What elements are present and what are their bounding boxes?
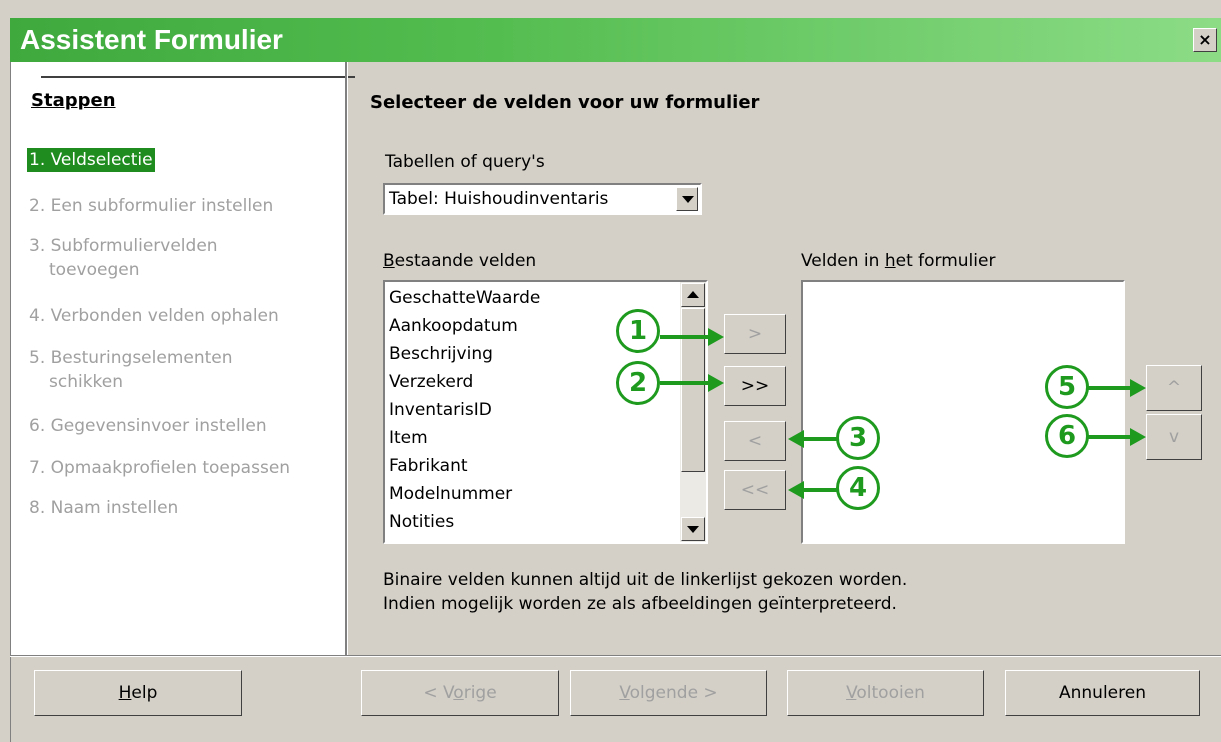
finish-button[interactable]: Voltooien (787, 670, 984, 716)
steps-panel: Stappen 1. Veldselectie 2. Een subformul… (11, 62, 355, 655)
step-2-subform: 2. Een subformulier instellen (29, 196, 274, 216)
help-button[interactable]: Help (34, 670, 242, 716)
step-7-apply-styles: 7. Opmaakprofielen toepassen (29, 458, 291, 478)
cancel-button[interactable]: Annuleren (1005, 670, 1200, 716)
callout-2-arrow (660, 381, 710, 385)
form-fields-label: Velden in het formulier (801, 251, 996, 271)
callout-1-arrow (660, 335, 710, 339)
callout-3-arrow (800, 437, 838, 441)
add-all-fields-button[interactable]: >> (724, 366, 786, 406)
arrow-right-icon (1130, 379, 1146, 397)
callout-6-arrow (1088, 435, 1132, 439)
step-4-joined-fields: 4. Verbonden velden ophalen (29, 306, 279, 326)
window-title: Assistent Formulier (20, 24, 283, 55)
callout-2: 2 (616, 361, 660, 405)
steps-title: Stappen (31, 90, 116, 111)
form-wizard-window: Assistent Formulier × Stappen 1. Veldsel… (0, 0, 1221, 742)
previous-button[interactable]: < Vorige (361, 670, 559, 716)
callout-5-arrow (1088, 386, 1132, 390)
vertical-scrollbar[interactable] (680, 282, 706, 542)
step-3-subform-fields: 3. Subformuliervelden (29, 236, 218, 256)
move-down-button[interactable]: v (1146, 414, 1202, 460)
callout-3: 3 (836, 416, 880, 460)
tables-dropdown-value: Tabel: Huishoudinventaris (389, 189, 609, 209)
steps-divider (41, 76, 355, 78)
scroll-thumb[interactable] (681, 308, 705, 472)
title-bar: Assistent Formulier × (10, 18, 1221, 62)
callout-5: 5 (1045, 365, 1089, 409)
arrow-left-icon (788, 481, 804, 499)
arrow-right-icon (1130, 428, 1146, 446)
tables-label: Tabellen of query's (385, 152, 545, 172)
info-text-line2: Indien mogelijk worden ze als afbeelding… (383, 594, 897, 614)
panel-separator (345, 62, 348, 655)
list-item[interactable]: InventarisID (389, 396, 492, 424)
page-heading: Selecteer de velden voor uw formulier (370, 92, 760, 113)
step-6-data-entry: 6. Gegevensinvoer instellen (29, 416, 267, 436)
chevron-down-icon[interactable] (676, 187, 698, 211)
arrow-left-icon (788, 430, 804, 448)
callout-6: 6 (1045, 414, 1089, 458)
existing-fields-label: Bestaande velden (383, 251, 537, 271)
list-item[interactable]: Item (389, 424, 428, 452)
next-button[interactable]: Volgende > (570, 670, 767, 716)
list-item[interactable]: Verzekerd (389, 368, 473, 396)
tables-dropdown[interactable]: Tabel: Huishoudinventaris (383, 183, 702, 215)
remove-field-button[interactable]: < (724, 421, 786, 461)
existing-fields-list[interactable]: GeschatteWaarde Aankoopdatum Beschrijvin… (383, 280, 708, 544)
arrow-right-icon (708, 328, 724, 346)
callout-1: 1 (616, 309, 660, 353)
step-8-set-name: 8. Naam instellen (29, 498, 179, 518)
scroll-up-icon[interactable] (681, 283, 705, 307)
info-text-line1: Binaire velden kunnen altijd uit de link… (383, 570, 908, 590)
list-item[interactable]: Notities (389, 508, 454, 536)
arrow-right-icon (708, 374, 724, 392)
list-item[interactable]: Fabrikant (389, 452, 468, 480)
footer-separator (10, 655, 1221, 657)
step-5-arrange-controls-cont: schikken (49, 372, 124, 392)
add-field-button[interactable]: > (724, 314, 786, 354)
move-up-button[interactable]: ^ (1146, 365, 1202, 411)
step-3-subform-fields-cont: toevoegen (49, 260, 140, 280)
list-item[interactable]: Aankoopdatum (389, 312, 518, 340)
callout-4-arrow (800, 488, 838, 492)
remove-all-fields-button[interactable]: << (724, 470, 786, 510)
scroll-down-icon[interactable] (681, 517, 705, 541)
callout-4: 4 (836, 466, 880, 510)
close-icon[interactable]: × (1193, 28, 1217, 52)
step-5-arrange-controls: 5. Besturingselementen (29, 348, 233, 368)
list-item[interactable]: Modelnummer (389, 480, 512, 508)
step-1-field-selection[interactable]: 1. Veldselectie (27, 148, 155, 172)
list-item[interactable]: GeschatteWaarde (389, 284, 540, 312)
list-item[interactable]: Beschrijving (389, 340, 493, 368)
